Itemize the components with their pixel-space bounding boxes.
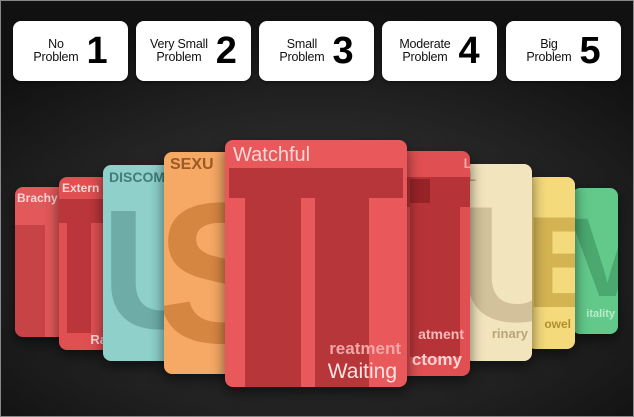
card-surgery[interactable]: L atment ctomy: [400, 151, 470, 376]
card-footer: ctomy: [411, 350, 462, 369]
card-subtitle: reatment: [329, 339, 401, 358]
scale-number: 1: [86, 30, 108, 72]
card-glyph: U: [103, 185, 173, 355]
card-title: Watchful: [233, 144, 311, 166]
card-title: Extern: [62, 181, 100, 195]
scale-number: 2: [215, 30, 237, 72]
scale-label: Moderate Problem: [399, 37, 451, 64]
card-glyph: U: [464, 182, 532, 347]
scale-label: Big Problem: [526, 37, 572, 64]
card-glyph: B: [527, 197, 575, 327]
scale-number: 4: [458, 30, 480, 72]
card-footer: itality: [586, 308, 615, 320]
card-glyph-shape: [245, 198, 301, 387]
scale-button-1[interactable]: No Problem 1: [13, 21, 128, 81]
scale-button-2[interactable]: Very Small Problem 2: [136, 21, 251, 81]
card-title: DISCOM: [109, 169, 165, 185]
card-urinary[interactable]: U L rinary: [464, 164, 532, 361]
card-footer: rinary: [491, 326, 528, 341]
rating-screen: No Problem 1 Very Small Problem 2 Small …: [0, 0, 634, 417]
card-subtitle: atment: [418, 326, 464, 342]
card-discomfort[interactable]: U DISCOM: [103, 165, 173, 361]
card-title: L: [463, 155, 470, 171]
card-glyph-shape: [229, 168, 403, 198]
scale-button-3[interactable]: Small Problem 3: [259, 21, 374, 81]
card-vitality[interactable]: V itality: [572, 188, 618, 334]
scale-number: 3: [332, 30, 354, 72]
card-glyph-shape: [410, 179, 430, 203]
scale-label: Small Problem: [279, 37, 325, 64]
card-bowel[interactable]: B owel: [527, 177, 575, 349]
scale-number: 5: [579, 30, 601, 72]
problem-scale: No Problem 1 Very Small Problem 2 Small …: [1, 1, 633, 91]
card-glyph-shape: [67, 223, 91, 333]
card-glyph-shape: [15, 225, 45, 337]
scale-button-4[interactable]: Moderate Problem 4: [382, 21, 497, 81]
scale-button-5[interactable]: Big Problem 5: [506, 21, 621, 81]
scale-label: Very Small Problem: [150, 37, 208, 64]
card-external[interactable]: Extern Ra: [59, 177, 109, 350]
card-footer: Waiting: [327, 360, 397, 383]
card-glyph: V: [572, 202, 618, 314]
scale-label: No Problem: [33, 37, 79, 64]
card-footer: owel: [544, 317, 571, 331]
card-title: SEXU: [170, 156, 214, 173]
card-title: Brachy: [17, 191, 58, 205]
card-glyph-shape: [59, 199, 109, 223]
card-watchful[interactable]: Watchful reatment Waiting: [225, 140, 407, 387]
